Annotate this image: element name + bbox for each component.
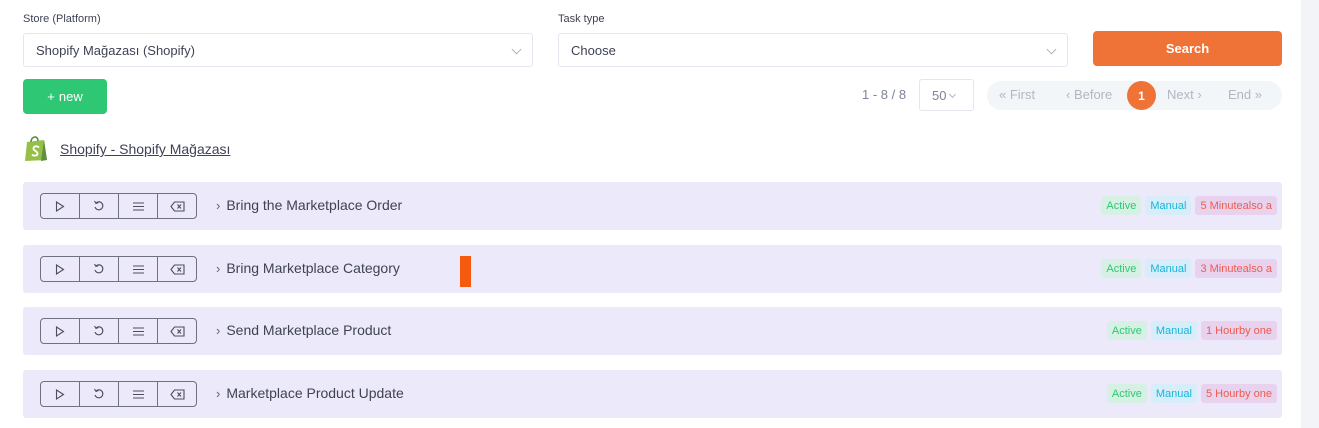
chevron-right-icon: › <box>216 386 221 401</box>
schedule-badge: 5 Hourby one <box>1200 384 1277 403</box>
play-icon <box>55 325 65 337</box>
task-row: › Marketplace Product Update Active Manua… <box>23 370 1282 418</box>
per-page-value: 50 <box>932 87 947 103</box>
new-button-label: new <box>58 89 83 104</box>
task-name[interactable]: › Bring Marketplace Category <box>216 260 400 276</box>
clear-icon <box>169 325 185 337</box>
menu-icon <box>132 264 144 274</box>
per-page-select[interactable]: 50 <box>919 79 974 111</box>
chevron-down-icon <box>1046 44 1057 55</box>
task-row: › Bring Marketplace Category Active Manua… <box>23 245 1282 293</box>
play-button[interactable] <box>41 382 80 406</box>
task-row: › Send Marketplace Product Active Manual … <box>23 307 1282 355</box>
page-end-link[interactable]: End » <box>1228 87 1262 102</box>
menu-button[interactable] <box>119 257 158 281</box>
schedule-badge: 5 Minutealso a <box>1195 196 1277 215</box>
menu-icon <box>132 389 144 399</box>
chevron-down-icon <box>511 44 522 55</box>
store-title-link[interactable]: Shopify - Shopify Mağazası <box>60 141 230 157</box>
refresh-button[interactable] <box>80 257 119 281</box>
new-button[interactable]: + new <box>23 79 107 114</box>
shopify-bag-icon <box>25 136 47 161</box>
main-panel: Store (Platform) Shopify Mağazası (Shopi… <box>0 0 1301 428</box>
chevron-right-icon: › <box>216 261 221 276</box>
clear-button[interactable] <box>158 382 196 406</box>
clear-button[interactable] <box>158 319 196 343</box>
mode-badge: Manual <box>1145 259 1192 278</box>
task-name-text: Send Marketplace Product <box>226 322 392 338</box>
task-name-text: Marketplace Product Update <box>226 385 404 401</box>
pagination: « First ‹ Before 1 Next › End » <box>987 81 1282 110</box>
page-next-link[interactable]: Next › <box>1167 87 1202 102</box>
search-button[interactable]: Search <box>1093 31 1282 66</box>
status-badge: Active <box>1101 196 1142 215</box>
task-name[interactable]: › Marketplace Product Update <box>216 385 404 401</box>
mode-badge: Manual <box>1150 384 1197 403</box>
menu-icon <box>132 326 144 336</box>
mode-badge: Manual <box>1150 321 1197 340</box>
status-badge: Active <box>1101 259 1142 278</box>
status-badge: Active <box>1106 321 1147 340</box>
highlight-marker <box>460 256 471 287</box>
task-type-label: Task type <box>558 13 605 25</box>
clear-icon <box>169 388 185 400</box>
refresh-icon <box>94 388 104 399</box>
task-action-group <box>40 318 197 344</box>
plus-icon: + <box>47 89 55 104</box>
status-badge: Active <box>1106 384 1147 403</box>
play-icon <box>55 388 65 400</box>
chevron-right-icon: › <box>216 323 221 338</box>
task-type-select[interactable]: Choose <box>558 33 1068 67</box>
task-badges: Active Manual 5 Minutealso a <box>1101 196 1277 215</box>
task-action-group <box>40 381 197 407</box>
task-name-text: Bring Marketplace Category <box>226 260 400 276</box>
play-button[interactable] <box>41 319 80 343</box>
play-icon <box>55 263 65 275</box>
page-current[interactable]: 1 <box>1127 81 1156 110</box>
mode-badge: Manual <box>1145 196 1192 215</box>
chevron-down-icon <box>949 90 957 98</box>
play-icon <box>55 200 65 212</box>
task-row: › Bring the Marketplace Order Active Manu… <box>23 182 1282 230</box>
menu-button[interactable] <box>119 382 158 406</box>
refresh-icon <box>94 200 104 211</box>
store-select[interactable]: Shopify Mağazası (Shopify) <box>23 33 533 67</box>
refresh-icon <box>94 325 104 336</box>
refresh-icon <box>94 263 104 274</box>
task-name-text: Bring the Marketplace Order <box>226 197 403 213</box>
task-badges: Active Manual 1 Hourby one <box>1106 321 1277 340</box>
task-action-group <box>40 193 197 219</box>
refresh-button[interactable] <box>80 382 119 406</box>
refresh-button[interactable] <box>80 194 119 218</box>
clear-button[interactable] <box>158 257 196 281</box>
store-select-value: Shopify Mağazası (Shopify) <box>36 42 195 58</box>
schedule-badge: 3 Minutealso a <box>1195 259 1277 278</box>
task-badges: Active Manual 3 Minutealso a <box>1101 259 1277 278</box>
menu-button[interactable] <box>119 194 158 218</box>
menu-button[interactable] <box>119 319 158 343</box>
page-before-link[interactable]: ‹ Before <box>1066 87 1112 102</box>
task-name[interactable]: › Bring the Marketplace Order <box>216 197 402 213</box>
menu-icon <box>132 201 144 211</box>
clear-icon <box>169 263 185 275</box>
task-action-group <box>40 256 197 282</box>
play-button[interactable] <box>41 257 80 281</box>
page-first-link[interactable]: « First <box>999 87 1035 102</box>
schedule-badge: 1 Hourby one <box>1200 321 1277 340</box>
task-name[interactable]: › Send Marketplace Product <box>216 322 391 338</box>
task-badges: Active Manual 5 Hourby one <box>1106 384 1277 403</box>
task-type-value: Choose <box>571 42 616 58</box>
refresh-button[interactable] <box>80 319 119 343</box>
result-count: 1 - 8 / 8 <box>862 87 907 102</box>
store-filter-label: Store (Platform) <box>23 13 101 25</box>
play-button[interactable] <box>41 194 80 218</box>
clear-icon <box>169 200 185 212</box>
clear-button[interactable] <box>158 194 196 218</box>
chevron-right-icon: › <box>216 198 221 213</box>
